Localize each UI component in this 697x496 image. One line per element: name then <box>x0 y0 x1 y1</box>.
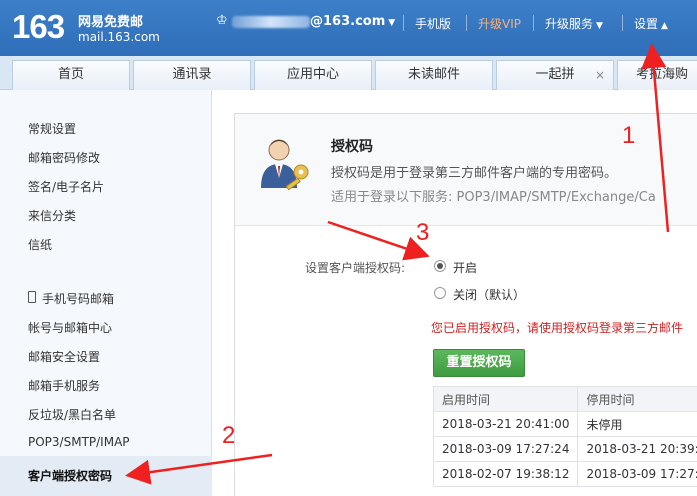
header-divider <box>403 15 404 31</box>
radio-enable[interactable] <box>434 260 446 272</box>
table-cell: 2018-02-07 19:38:12 <box>432 461 579 487</box>
blurred-username <box>232 16 310 28</box>
auth-history-table: 启用时间 停用时间 2018-03-21 20:41:00 未停用 2018-0… <box>432 386 697 487</box>
chevron-down-icon: ▼ <box>388 18 396 28</box>
upgrade-service-label: 升级服务 <box>545 17 594 31</box>
phone-icon <box>28 291 36 303</box>
tab-kaola[interactable]: 考拉海购 <box>617 60 697 90</box>
setting-label: 设置客户端授权码: <box>305 261 406 275</box>
auth-code-description: 授权码是用于登录第三方邮件客户端的专用密码。 <box>331 166 618 181</box>
user-email-menu[interactable]: @163.com ▼ <box>310 14 395 29</box>
annotation-step-1: 1 <box>622 122 636 149</box>
sidebar-item-mail-filter[interactable]: 来信分类 <box>28 207 76 224</box>
radio-disable[interactable] <box>434 287 446 299</box>
sidebar-item-pop3[interactable]: POP3/SMTP/IMAP <box>28 435 130 449</box>
tab-home[interactable]: 首页 <box>12 60 130 90</box>
sidebar-item-password[interactable]: 邮箱密码修改 <box>28 149 100 166</box>
table-cell: 2018-03-21 20:41:00 <box>432 411 579 437</box>
sidebar-item-account-center[interactable]: 帐号与邮箱中心 <box>28 319 112 336</box>
mobile-version-link[interactable]: 手机版 <box>415 15 451 32</box>
tab-label: 未读邮件 <box>407 67 460 82</box>
header-divider <box>533 15 534 31</box>
sidebar-item-stationery[interactable]: 信纸 <box>28 236 52 253</box>
close-icon[interactable]: × <box>595 61 605 89</box>
auth-code-title: 授权码 <box>331 139 373 155</box>
sidebar-item-antispam[interactable]: 反垃圾/黑白名单 <box>28 406 116 423</box>
tab-yiqipin[interactable]: 一起拼 × <box>496 60 614 90</box>
header-divider <box>622 15 623 31</box>
crown-icon: ♔ <box>216 13 228 28</box>
table-cell: 2018-03-09 17:27:24 <box>432 436 579 462</box>
column-header-enabled: 启用时间 <box>432 386 579 412</box>
tab-label: 一起拼 <box>535 67 575 82</box>
top-header: 163 网易免费邮 mail.163.com ♔ @163.com ▼ 手机版 升… <box>0 0 697 56</box>
annotation-step-3: 3 <box>416 219 430 246</box>
header-divider <box>466 15 467 31</box>
logo-163[interactable]: 163 <box>12 8 65 46</box>
column-header-disabled: 停用时间 <box>577 386 697 412</box>
settings-label: 设置 <box>634 17 659 31</box>
upgrade-service-menu[interactable]: 升级服务 ▼ <box>545 15 603 32</box>
tab-unread-mail[interactable]: 未读邮件 <box>375 60 493 90</box>
user-key-icon <box>261 139 309 191</box>
table-row: 2018-03-09 17:27:24 2018-03-21 20:39: <box>432 436 697 462</box>
radio-disable-label[interactable]: 关闭（默认） <box>453 286 525 303</box>
tab-label: 考拉海购 <box>635 67 688 82</box>
table-cell: 2018-03-21 20:39: <box>577 436 697 462</box>
auth-enabled-warning: 您已启用授权码，请使用授权码登录第三方邮件 <box>431 321 684 335</box>
settings-menu[interactable]: 设置 ▲ <box>634 15 668 32</box>
auth-code-panel: 授权码 授权码是用于登录第三方邮件客户端的专用密码。 适用于登录以下服务: PO… <box>234 113 697 496</box>
sidebar-item-security[interactable]: 邮箱安全设置 <box>28 348 100 365</box>
chevron-down-icon: ▼ <box>596 21 603 31</box>
tab-label: 通讯录 <box>172 67 212 82</box>
settings-sidebar: 常规设置 邮箱密码修改 签名/电子名片 来信分类 信纸 手机号码邮箱 帐号与邮箱… <box>0 90 212 496</box>
chevron-up-icon: ▲ <box>661 21 668 31</box>
annotation-step-2: 2 <box>222 422 236 449</box>
sidebar-item-general[interactable]: 常规设置 <box>28 120 76 137</box>
sidebar-item-client-auth[interactable]: 客户端授权密码 <box>28 467 112 484</box>
table-header-row: 启用时间 停用时间 <box>432 386 697 412</box>
table-row: 2018-03-21 20:41:00 未停用 <box>432 411 697 437</box>
table-cell: 2018-03-09 17:27: <box>577 461 697 487</box>
upgrade-vip-link[interactable]: 升级VIP <box>478 15 521 32</box>
sidebar-item-phone-mailbox[interactable]: 手机号码邮箱 <box>42 290 114 307</box>
logo-domain: mail.163.com <box>78 30 160 44</box>
tab-label: 应用中心 <box>286 67 339 82</box>
auth-code-services: 适用于登录以下服务: POP3/IMAP/SMTP/Exchange/Ca <box>331 190 656 205</box>
radio-enable-label[interactable]: 开启 <box>453 259 477 276</box>
table-cell: 未停用 <box>577 411 697 437</box>
tab-contacts[interactable]: 通讯录 <box>133 60 251 90</box>
logo-name: 网易免费邮 <box>78 15 144 30</box>
sidebar-item-mobile-service[interactable]: 邮箱手机服务 <box>28 377 100 394</box>
user-email-domain: @163.com <box>310 14 386 29</box>
tab-bar: 首页 通讯录 应用中心 未读邮件 一起拼 × 考拉海购 <box>0 56 697 90</box>
tab-app-center[interactable]: 应用中心 <box>254 60 372 90</box>
reset-auth-code-button[interactable]: 重置授权码 <box>433 349 525 377</box>
sidebar-item-signature[interactable]: 签名/电子名片 <box>28 178 104 195</box>
tab-label: 首页 <box>57 67 84 82</box>
table-row: 2018-02-07 19:38:12 2018-03-09 17:27: <box>432 461 697 487</box>
